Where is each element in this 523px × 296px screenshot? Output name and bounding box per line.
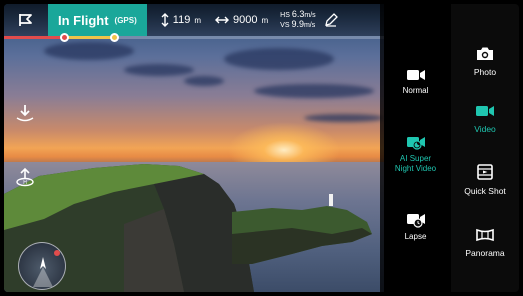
distance-value: 9000: [233, 14, 258, 26]
video-icon: [476, 106, 494, 116]
hs-label: HS: [280, 12, 290, 19]
altitude-icon: [161, 13, 169, 27]
camera-mode-photo[interactable]: Photo: [451, 46, 519, 77]
video-camera-icon: [406, 70, 425, 80]
panorama-icon: [476, 228, 494, 242]
mode-lapse-label: Lapse: [404, 232, 427, 241]
top-status-bar: In Flight (GPS) 119 m 9000 m HS 6.3m/s VS …: [4, 4, 384, 36]
night-video-icon: [406, 137, 425, 150]
compass-minimap[interactable]: [18, 242, 66, 290]
altitude-readout: 119 m: [161, 13, 201, 27]
progress-yellow-segment: [64, 36, 115, 39]
return-to-home-icon: H: [16, 167, 34, 187]
mode-ai-line1: AI Super: [399, 154, 432, 163]
timelapse-icon: [406, 214, 425, 228]
distance-readout: 9000 m: [215, 14, 268, 26]
progress-red-segment: [4, 36, 65, 39]
camera-mode-photo-label: Photo: [473, 67, 497, 77]
svg-text:H: H: [23, 180, 27, 186]
lighthouse: [329, 194, 333, 206]
drone-app-screen: In Flight (GPS) 119 m 9000 m HS 6.3m/s VS …: [4, 4, 519, 292]
distant-headland: [232, 206, 372, 264]
gps-label: (GPS): [114, 15, 137, 25]
distance-icon: [215, 16, 229, 24]
camera-mode-panorama[interactable]: Panorama: [451, 228, 519, 258]
altitude-value: 119: [172, 14, 191, 26]
hs-unit: m/s: [304, 12, 316, 19]
cloud: [124, 64, 194, 76]
vs-value: 9.9: [291, 19, 304, 29]
cloud: [304, 114, 384, 122]
hs-value: 6.3: [291, 9, 305, 19]
landing-button[interactable]: [12, 100, 38, 126]
mode-ai-line2: Night Video: [394, 164, 437, 173]
mode-normal-label: Normal: [402, 86, 429, 95]
camera-mode-panorama-label: Panorama: [465, 248, 505, 258]
camera-icon: [477, 47, 493, 60]
video-submode-panel: Normal AI Super Night Video Lapse: [380, 4, 451, 292]
compass-icon: [33, 250, 60, 287]
cloud: [44, 42, 134, 60]
vs-label: VS: [280, 22, 290, 29]
edit-icon: [324, 13, 338, 27]
distance-unit: m: [261, 15, 269, 25]
mode-lapse[interactable]: Lapse: [380, 212, 451, 242]
settings-button[interactable]: [324, 8, 342, 32]
progress-marker-yellow: [109, 33, 119, 42]
flight-mode-label: In Flight: [58, 12, 109, 28]
mode-normal[interactable]: Normal: [380, 68, 451, 96]
home-icon: [19, 14, 32, 26]
camera-mode-quickshot[interactable]: Quick Shot: [451, 164, 519, 196]
flight-progress-bar: [4, 33, 384, 42]
cloud: [254, 84, 374, 98]
altitude-unit: m: [194, 15, 201, 25]
cloud: [224, 48, 334, 70]
vs-unit: m/s: [303, 22, 316, 29]
camera-mode-video[interactable]: Video: [451, 104, 519, 134]
speed-readout: HS 6.3m/s VS 9.9m/s: [280, 10, 315, 30]
flight-status[interactable]: In Flight (GPS): [48, 4, 147, 36]
camera-mode-video-label: Video: [474, 124, 496, 134]
camera-mode-quickshot-label: Quick Shot: [464, 186, 506, 196]
land-icon: [16, 105, 34, 122]
return-home-button[interactable]: H: [12, 164, 38, 190]
camera-live-view[interactable]: [4, 4, 384, 292]
cloud: [184, 76, 224, 86]
quickshot-icon: [477, 164, 493, 180]
camera-mode-panel: Photo Video Quick Shot Panorama: [451, 4, 519, 292]
home-button[interactable]: [4, 4, 48, 36]
mode-ai-super-night-video[interactable]: AI Super Night Video: [380, 134, 451, 174]
